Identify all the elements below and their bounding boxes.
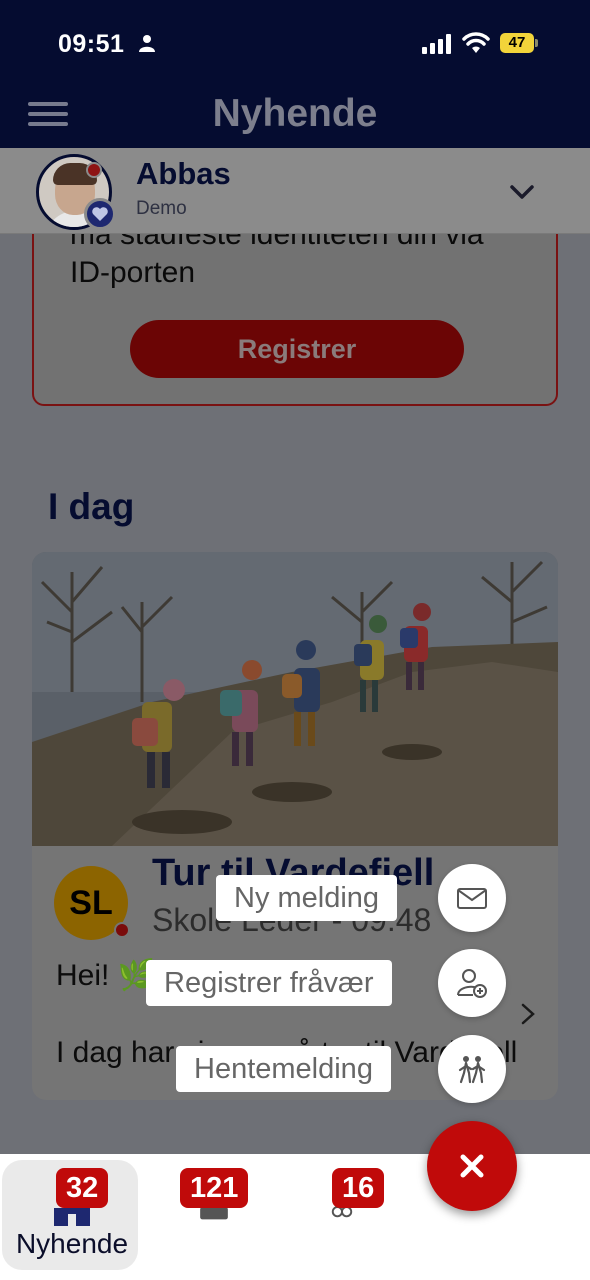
app-header: Nyhende bbox=[0, 88, 590, 148]
verified-badge-icon bbox=[84, 198, 116, 230]
tab-badge-people: 16 bbox=[332, 1168, 385, 1208]
close-speed-dial-button[interactable] bbox=[427, 1121, 517, 1211]
new-message-button[interactable] bbox=[438, 864, 506, 932]
id-verification-text: må stadfeste identiteten din via ID-port… bbox=[70, 234, 530, 292]
chevron-down-icon[interactable] bbox=[508, 178, 536, 206]
person-icon bbox=[139, 35, 155, 52]
battery-cap bbox=[535, 39, 538, 47]
tab-label-nyhende: Nyhende bbox=[15, 1228, 129, 1259]
wifi-icon bbox=[462, 32, 490, 53]
register-absence-button[interactable] bbox=[438, 949, 506, 1017]
battery-level: 47 bbox=[500, 33, 534, 53]
chevron-right-icon bbox=[521, 1003, 535, 1025]
profile-name: Abbas bbox=[136, 156, 231, 191]
new-message-label[interactable]: Ny melding bbox=[216, 875, 398, 921]
news-preview-line1: Hei! 🌿 bbox=[56, 959, 156, 992]
news-image bbox=[32, 552, 558, 846]
section-title-today: I dag bbox=[48, 486, 135, 527]
profile-switcher[interactable]: Abbas Demo bbox=[0, 148, 590, 234]
battery-indicator: 47 bbox=[500, 33, 538, 53]
person-add-icon bbox=[457, 969, 487, 998]
register-absence-label[interactable]: Registrer fråvær bbox=[146, 960, 392, 1006]
status-time: 09:51 bbox=[58, 30, 125, 58]
register-button[interactable]: Registrer bbox=[130, 320, 464, 378]
tab-badge-messages: 121 bbox=[180, 1168, 249, 1208]
profile-subtitle: Demo bbox=[136, 198, 187, 219]
notification-dot bbox=[86, 162, 102, 178]
page-title: Nyhende bbox=[212, 92, 378, 135]
id-verification-card: må stadfeste identiteten din via ID-port… bbox=[32, 234, 558, 406]
news-feed: må stadfeste identiteten din via ID-port… bbox=[0, 234, 590, 1154]
close-icon bbox=[460, 1154, 484, 1178]
id-text-line2: ID-porten bbox=[70, 256, 196, 289]
news-card[interactable]: SL Tur til Vardefjell Skole Leder - 09:4… bbox=[32, 552, 558, 1100]
id-text-line1: må stadfeste identiteten din via bbox=[70, 234, 484, 251]
pickup-icon bbox=[458, 1056, 486, 1084]
tab-badge-nyhende: 32 bbox=[56, 1168, 109, 1208]
unread-dot bbox=[114, 922, 130, 938]
status-bar: 09:51 47 bbox=[0, 0, 590, 88]
pickup-message-label[interactable]: Hentemelding bbox=[176, 1046, 391, 1092]
envelope-icon bbox=[457, 888, 487, 909]
pickup-message-button[interactable] bbox=[438, 1035, 506, 1103]
cellular-signal-icon bbox=[422, 34, 451, 54]
